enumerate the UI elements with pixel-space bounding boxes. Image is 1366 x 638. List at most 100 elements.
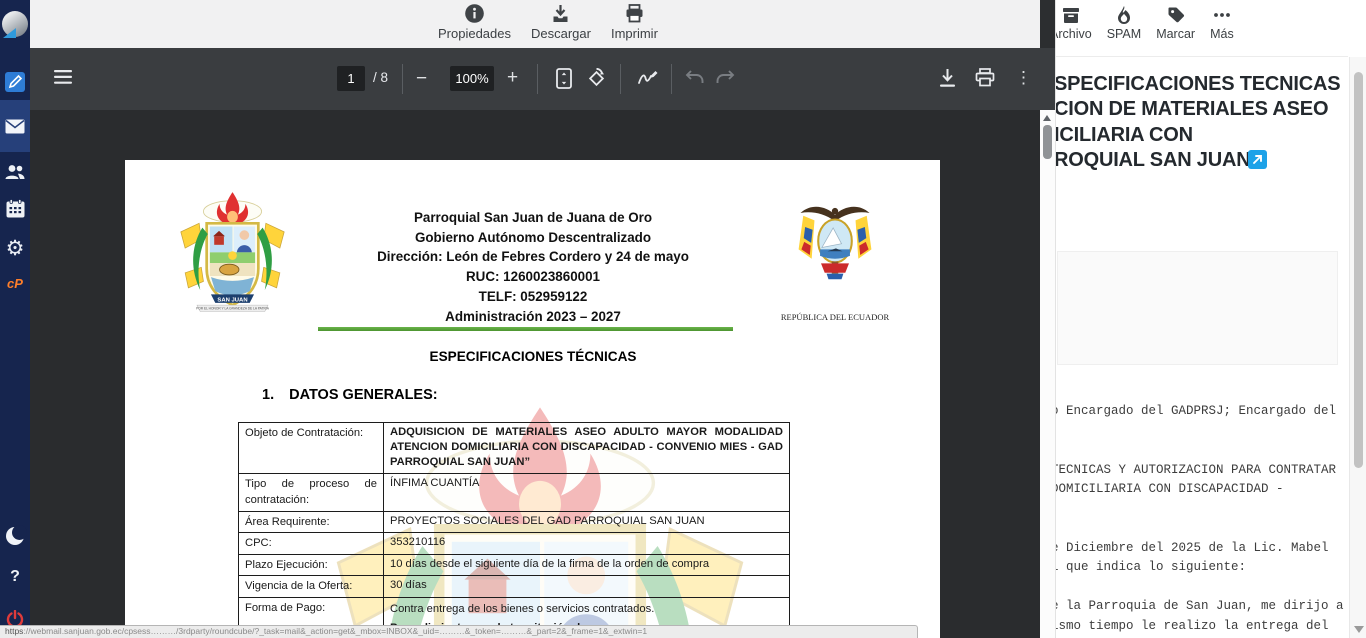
section-heading: 1. DATOS GENERALES:: [262, 387, 438, 403]
row-label: Área Requirente:: [239, 511, 384, 533]
ecuador-coat-of-arms: [793, 200, 877, 295]
tag-icon: [1166, 5, 1186, 25]
properties-label: Propiedades: [438, 26, 511, 41]
pdf-scrollbar-thumb[interactable]: [1043, 125, 1052, 159]
dark-mode-moon-icon[interactable]: [0, 520, 30, 552]
pdf-print-icon[interactable]: [975, 68, 995, 92]
archive-button[interactable]: Archivo: [1055, 5, 1092, 41]
row-value: 10 días desde el siguiente día de la fir…: [384, 554, 790, 576]
attachment-card[interactable]: [1057, 251, 1338, 365]
document-title: ESPECIFICACIONES TÉCNICAS: [283, 349, 783, 364]
body-line: [1055, 502, 1366, 522]
webmail-app: ⚙ cP ? Propiedades Descargar: [0, 0, 1366, 638]
table-row: CPC:353210116: [239, 533, 790, 555]
row-label: Plazo Ejecución:: [239, 554, 384, 576]
calendar-icon[interactable]: [0, 194, 30, 222]
toolbar-divider: [402, 64, 403, 94]
pdf-menu-icon[interactable]: [54, 70, 72, 89]
body-line: ismo tiempo le realizo la entrega del: [1055, 619, 1366, 638]
subject-line: CION DE MATERIALES ASEO: [1055, 97, 1354, 122]
message-scrollbar[interactable]: [1349, 57, 1366, 638]
overlay-edge: [1040, 0, 1055, 48]
fit-page-icon[interactable]: [556, 68, 572, 94]
info-icon: [464, 3, 485, 24]
zoom-out-button[interactable]: −: [416, 68, 427, 90]
subject-line: SPECIFICACIONES TECNICAS: [1055, 72, 1354, 97]
scroll-up-arrow-icon[interactable]: [1043, 115, 1051, 121]
archive-label: Archivo: [1055, 27, 1092, 41]
letterhead-line: Gobierno Autónomo Descentralizado: [283, 228, 783, 248]
settings-gear-icon[interactable]: ⚙: [0, 232, 30, 264]
table-row: Vigencia de la Oferta:30 días: [239, 576, 790, 598]
zoom-in-button[interactable]: +: [507, 67, 518, 89]
letterhead-line: Administración 2023 – 2027: [283, 307, 783, 327]
section-title: DATOS GENERALES:: [289, 387, 438, 403]
page-number-input[interactable]: 1: [337, 66, 365, 91]
letterhead-line: RUC: 1260023860001: [283, 267, 783, 287]
attachment-preview-header: Propiedades Descargar Imprimir: [30, 0, 1040, 48]
body-line: l que indica lo siguiente:: [1055, 560, 1366, 580]
rotate-icon[interactable]: [586, 68, 607, 94]
undo-icon: [685, 69, 705, 91]
compose-icon[interactable]: [0, 68, 30, 96]
row-label: Vigencia de la Oferta:: [239, 576, 384, 598]
table-row: Objeto de Contratación:ADQUISICION DE MA…: [239, 423, 790, 474]
letterhead-line: Parroquial San Juan de Juana de Oro: [283, 208, 783, 228]
body-line: e Diciembre del 2025 de la Lic. Mabel: [1055, 541, 1366, 561]
webmail-logo-icon: [0, 4, 30, 44]
more-dots-icon: [1212, 5, 1232, 25]
scroll-down-arrow-icon[interactable]: [1354, 626, 1364, 633]
mark-button[interactable]: Marcar: [1156, 5, 1195, 41]
help-icon[interactable]: ?: [0, 562, 30, 592]
cpanel-icon[interactable]: cP: [0, 270, 30, 296]
scrollbar-thumb[interactable]: [1354, 72, 1363, 468]
message-subject: SPECIFICACIONES TECNICASCION DE MATERIAL…: [1055, 72, 1354, 173]
pdf-download-icon[interactable]: [938, 68, 957, 93]
san-juan-seal: [178, 191, 287, 318]
pdf-page: REPÚBLICA DEL ECUADOR Parroquial San Jua…: [125, 160, 940, 638]
mark-label: Marcar: [1156, 27, 1195, 41]
download-attachment-button[interactable]: Descargar: [531, 3, 591, 41]
toolbar-divider: [537, 64, 538, 94]
document-letterhead: Parroquial San Juan de Juana de OroGobie…: [283, 208, 783, 326]
letterhead-line: Dirección: León de Febres Cordero y 24 d…: [283, 247, 783, 267]
toolbar-divider: [671, 64, 672, 94]
pdf-toolbar: 1 / 8 − 100% +: [30, 48, 1055, 110]
body-line: e la Parroquia de San Juan, me dirijo a: [1055, 599, 1366, 619]
zoom-level-value[interactable]: 100%: [450, 66, 494, 91]
pdf-canvas-area: REPÚBLICA DEL ECUADOR Parroquial San Jua…: [30, 110, 1040, 638]
section-number: 1.: [262, 387, 274, 403]
table-row: Tipo de proceso de contratación:ÍNFIMA C…: [239, 473, 790, 511]
spam-button[interactable]: SPAM: [1107, 5, 1142, 41]
body-line: [1055, 443, 1366, 463]
row-label: Tipo de proceso de contratación:: [239, 473, 384, 511]
pdf-scrollbar[interactable]: [1040, 110, 1055, 638]
status-url-tooltip: https://webmail.sanjuan.gob.ec/cpsess…………: [0, 625, 918, 638]
row-label: CPC:: [239, 533, 384, 555]
properties-button[interactable]: Propiedades: [438, 3, 511, 41]
mail-nav-icon[interactable]: [0, 100, 30, 152]
letterhead-rule: [318, 327, 733, 331]
datos-generales-table: Objeto de Contratación:ADQUISICION DE MA…: [238, 422, 790, 638]
redo-icon: [715, 69, 735, 91]
row-value: ÍNFIMA CUANTÍA: [384, 473, 790, 511]
status-url-scheme: https: [5, 626, 23, 636]
annotate-pen-icon[interactable]: [637, 70, 659, 91]
contacts-icon[interactable]: [0, 158, 30, 186]
row-value: 353210116: [384, 533, 790, 555]
toolbar-divider: [620, 64, 621, 94]
letterhead-line: TELF: 052959122: [283, 287, 783, 307]
open-in-new-icon[interactable]: [1248, 150, 1267, 169]
spam-label: SPAM: [1107, 27, 1142, 41]
download-label: Descargar: [531, 26, 591, 41]
pdf-viewer: 1 / 8 − 100% +: [30, 48, 1055, 638]
more-button[interactable]: Más: [1210, 5, 1234, 41]
body-line: [1055, 521, 1366, 541]
print-attachment-button[interactable]: Imprimir: [611, 3, 658, 41]
pdf-more-menu-icon[interactable]: ⋮: [1015, 68, 1032, 88]
row-value: ADQUISICION DE MATERIALES ASEO ADULTO MA…: [384, 423, 790, 474]
status-url-text: ://webmail.sanjuan.gob.ec/cpsess………/3rdp…: [23, 626, 647, 636]
body-line: TECNICAS Y AUTORIZACION PARA CONTRATAR: [1055, 463, 1366, 483]
more-label: Más: [1210, 27, 1234, 41]
page-total-label: / 8: [373, 70, 388, 85]
